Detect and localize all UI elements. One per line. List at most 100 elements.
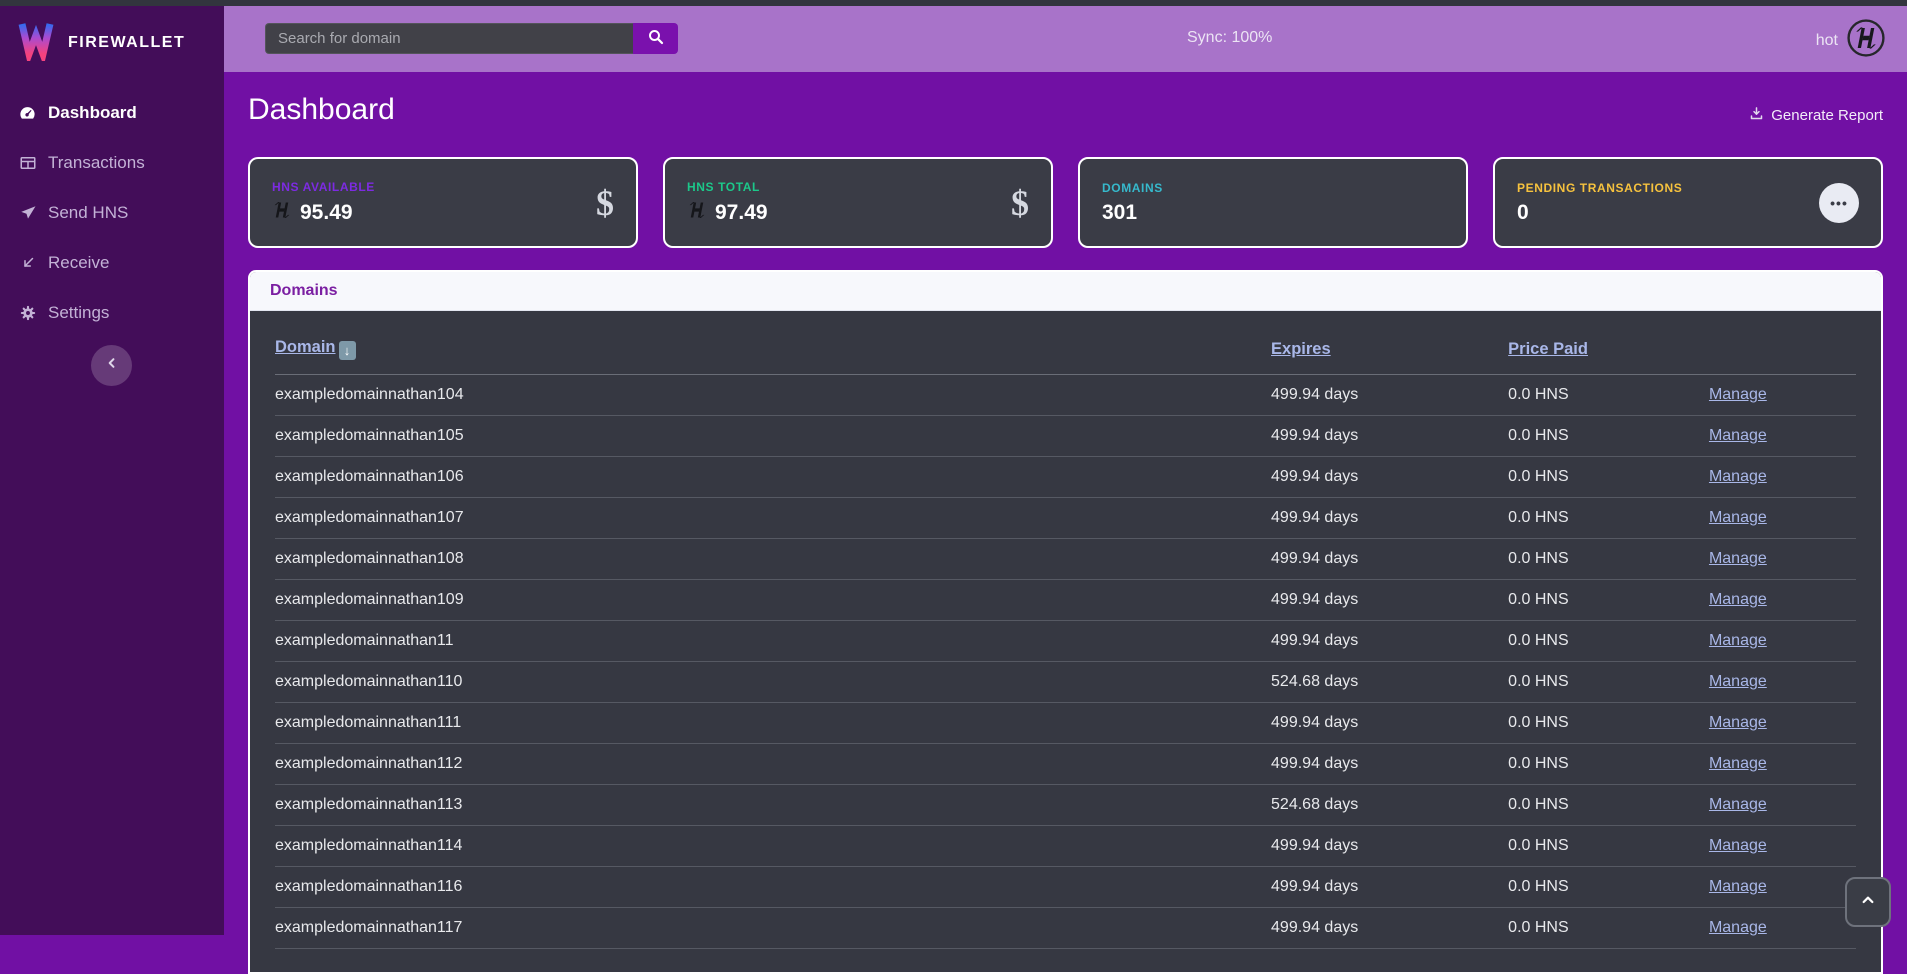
manage-link[interactable]: Manage — [1709, 427, 1767, 444]
column-header-price-paid: Price Paid — [1508, 321, 1709, 375]
domain-price-paid: 0.0 HNS — [1508, 498, 1709, 539]
sidebar-collapse-button[interactable] — [91, 345, 132, 386]
manage-link[interactable]: Manage — [1709, 837, 1767, 854]
paper-plane-icon — [18, 204, 37, 223]
domain-expires: 499.94 days — [1271, 744, 1508, 785]
manage-link[interactable]: Manage — [1709, 673, 1767, 690]
wallet-name: hot — [1816, 32, 1838, 50]
chevron-left-icon — [105, 356, 119, 375]
domain-expires: 499.94 days — [1271, 621, 1508, 662]
stat-card-domains: DOMAINS 301 — [1078, 157, 1468, 248]
domain-expires: 524.68 days — [1271, 662, 1508, 703]
brand-name: FIREWALLET — [68, 34, 185, 52]
page-header: Dashboard Generate Report — [248, 89, 1883, 131]
domain-name: exampledomainnathan108 — [275, 539, 1271, 580]
generate-report-button[interactable]: Generate Report — [1749, 106, 1883, 131]
domain-row: exampledomainnathan11 499.94 days 0.0 HN… — [275, 621, 1856, 662]
sidebar-item-send-hns[interactable]: Send HNS — [0, 188, 224, 238]
manage-link[interactable]: Manage — [1709, 878, 1767, 895]
sidebar-nav: Dashboard Transactions Send HNS — [0, 88, 224, 338]
manage-link[interactable]: Manage — [1709, 509, 1767, 526]
domain-price-paid: 0.0 HNS — [1508, 621, 1709, 662]
ellipsis-icon[interactable]: ••• — [1819, 183, 1859, 223]
manage-link[interactable]: Manage — [1709, 550, 1767, 567]
manage-link[interactable]: Manage — [1709, 919, 1767, 936]
domain-row: exampledomainnathan109 499.94 days 0.0 H… — [275, 580, 1856, 621]
gear-icon — [18, 304, 37, 323]
stat-value: 97.49 — [715, 201, 768, 225]
column-header-expires: Expires — [1271, 321, 1508, 375]
domain-row: exampledomainnathan104 499.94 days 0.0 H… — [275, 375, 1856, 416]
domain-price-paid: 0.0 HNS — [1508, 539, 1709, 580]
stat-cards: HNS AVAILABLE 95.49 $ HNS TOTAL 97.49 — [248, 157, 1883, 248]
domain-expires: 499.94 days — [1271, 375, 1508, 416]
topbar: Sync: 100% hot — [224, 6, 1907, 72]
domain-expires: 524.68 days — [1271, 785, 1508, 826]
sidebar-item-receive[interactable]: Receive — [0, 238, 224, 288]
manage-link[interactable]: Manage — [1709, 386, 1767, 403]
search-button[interactable] — [633, 23, 678, 54]
domain-row: exampledomainnathan106 499.94 days 0.0 H… — [275, 457, 1856, 498]
sort-by-domain-link[interactable]: Domain — [275, 338, 336, 356]
download-icon — [1749, 106, 1764, 125]
stat-card-hns-available: HNS AVAILABLE 95.49 $ — [248, 157, 638, 248]
domain-name: exampledomainnathan107 — [275, 498, 1271, 539]
sidebar: FIREWALLET Dashboard Transactions — [0, 6, 224, 935]
domain-price-paid: 0.0 HNS — [1508, 662, 1709, 703]
domain-row: exampledomainnathan110 524.68 days 0.0 H… — [275, 662, 1856, 703]
domains-panel-title: Domains — [270, 282, 338, 299]
manage-link[interactable]: Manage — [1709, 632, 1767, 649]
hns-logo-icon — [687, 200, 707, 226]
domain-price-paid: 0.0 HNS — [1508, 908, 1709, 949]
wallet-indicator[interactable]: hot — [1816, 19, 1885, 62]
domain-name: exampledomainnathan117 — [275, 908, 1271, 949]
domain-name: exampledomainnathan113 — [275, 785, 1271, 826]
stat-label: DOMAINS — [1102, 181, 1163, 195]
arrow-down-left-icon — [18, 254, 37, 273]
manage-link[interactable]: Manage — [1709, 714, 1767, 731]
stat-label: HNS AVAILABLE — [272, 180, 375, 194]
column-header-actions — [1709, 321, 1856, 375]
stat-value: 95.49 — [300, 201, 353, 225]
domain-price-paid: 0.0 HNS — [1508, 416, 1709, 457]
domain-row: exampledomainnathan111 499.94 days 0.0 H… — [275, 703, 1856, 744]
domain-name: exampledomainnathan104 — [275, 375, 1271, 416]
domain-price-paid: 0.0 HNS — [1508, 580, 1709, 621]
sort-down-arrow-icon: ↓ — [339, 341, 356, 360]
domain-name: exampledomainnathan114 — [275, 826, 1271, 867]
sync-status: Sync: 100% — [1187, 29, 1272, 47]
sidebar-item-dashboard[interactable]: Dashboard — [0, 88, 224, 138]
dollar-sign-icon: $ — [596, 182, 614, 224]
domain-expires: 499.94 days — [1271, 498, 1508, 539]
manage-link[interactable]: Manage — [1709, 591, 1767, 608]
manage-link[interactable]: Manage — [1709, 755, 1767, 772]
handshake-logo-icon — [1847, 19, 1885, 62]
domains-table-body: exampledomainnathan104 499.94 days 0.0 H… — [275, 375, 1856, 949]
stat-value: 301 — [1102, 201, 1137, 225]
domain-name: exampledomainnathan112 — [275, 744, 1271, 785]
domain-expires: 499.94 days — [1271, 826, 1508, 867]
domain-expires: 499.94 days — [1271, 867, 1508, 908]
search-icon — [647, 28, 665, 49]
scroll-to-top-button[interactable] — [1845, 877, 1891, 927]
stat-label: PENDING TRANSACTIONS — [1517, 181, 1682, 195]
sidebar-item-label: Send HNS — [48, 203, 128, 223]
tachometer-icon — [18, 104, 37, 123]
domain-expires: 499.94 days — [1271, 539, 1508, 580]
sort-by-expires-link[interactable]: Expires — [1271, 340, 1331, 358]
manage-link[interactable]: Manage — [1709, 468, 1767, 485]
sidebar-item-transactions[interactable]: Transactions — [0, 138, 224, 188]
sort-by-price-link[interactable]: Price Paid — [1508, 340, 1588, 358]
manage-link[interactable]: Manage — [1709, 796, 1767, 813]
sidebar-item-settings[interactable]: Settings — [0, 288, 224, 338]
domain-price-paid: 0.0 HNS — [1508, 826, 1709, 867]
column-header-domain: Domain↓ — [275, 321, 1271, 375]
stat-card-hns-total: HNS TOTAL 97.49 $ — [663, 157, 1053, 248]
domain-price-paid: 0.0 HNS — [1508, 375, 1709, 416]
domains-panel-header: Domains — [250, 272, 1881, 311]
brand[interactable]: FIREWALLET — [0, 6, 224, 74]
search-input[interactable] — [265, 23, 633, 54]
generate-report-label: Generate Report — [1771, 107, 1883, 124]
domain-name: exampledomainnathan106 — [275, 457, 1271, 498]
domain-row: exampledomainnathan117 499.94 days 0.0 H… — [275, 908, 1856, 949]
